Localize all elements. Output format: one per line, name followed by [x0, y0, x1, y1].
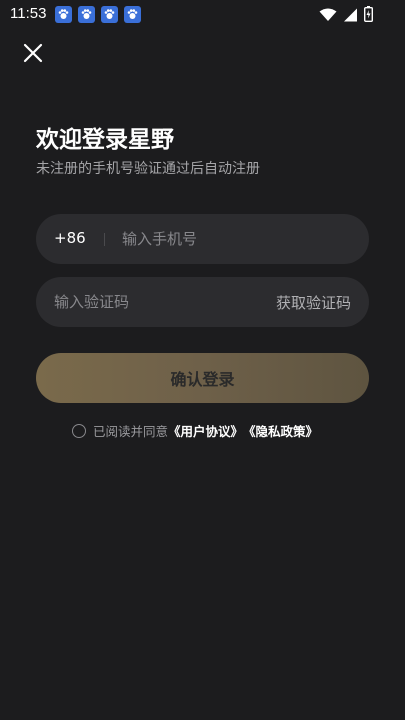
notification-icons [55, 6, 141, 23]
baidu-paw-icon [124, 6, 141, 23]
phone-field: +86 [36, 214, 369, 264]
user-agreement-link[interactable]: 《用户协议》 [168, 421, 243, 440]
wifi-icon [319, 7, 337, 26]
verification-code-field: 获取验证码 [36, 277, 369, 327]
close-icon [18, 43, 48, 72]
privacy-policy-link[interactable]: 《隐私政策》 [243, 421, 318, 440]
confirm-login-button[interactable]: 确认登录 [36, 353, 369, 403]
get-code-button[interactable]: 获取验证码 [276, 292, 351, 313]
page-subtitle: 未注册的手机号验证通过后自动注册 [36, 161, 260, 177]
agreement-checkbox[interactable] [72, 423, 86, 438]
baidu-paw-icon [55, 6, 72, 23]
cellular-signal-icon [343, 7, 358, 26]
page-title: 欢迎登录星野 [36, 127, 174, 153]
battery-charging-icon [363, 6, 373, 26]
status-time: 11:53 [10, 5, 47, 22]
close-button[interactable] [18, 38, 48, 68]
agreement-text: 已阅读并同意 [93, 424, 169, 439]
country-code[interactable]: +86 [54, 229, 86, 247]
phone-input[interactable] [122, 214, 352, 264]
system-icons [319, 6, 373, 26]
agreement-row: 已阅读并同意 《用户协议》 《隐私政策》 [72, 421, 318, 440]
baidu-paw-icon [101, 6, 118, 23]
baidu-paw-icon [78, 6, 95, 23]
field-divider [104, 233, 105, 246]
status-bar: 11:53 [0, 0, 405, 30]
verification-code-input[interactable] [54, 277, 254, 327]
